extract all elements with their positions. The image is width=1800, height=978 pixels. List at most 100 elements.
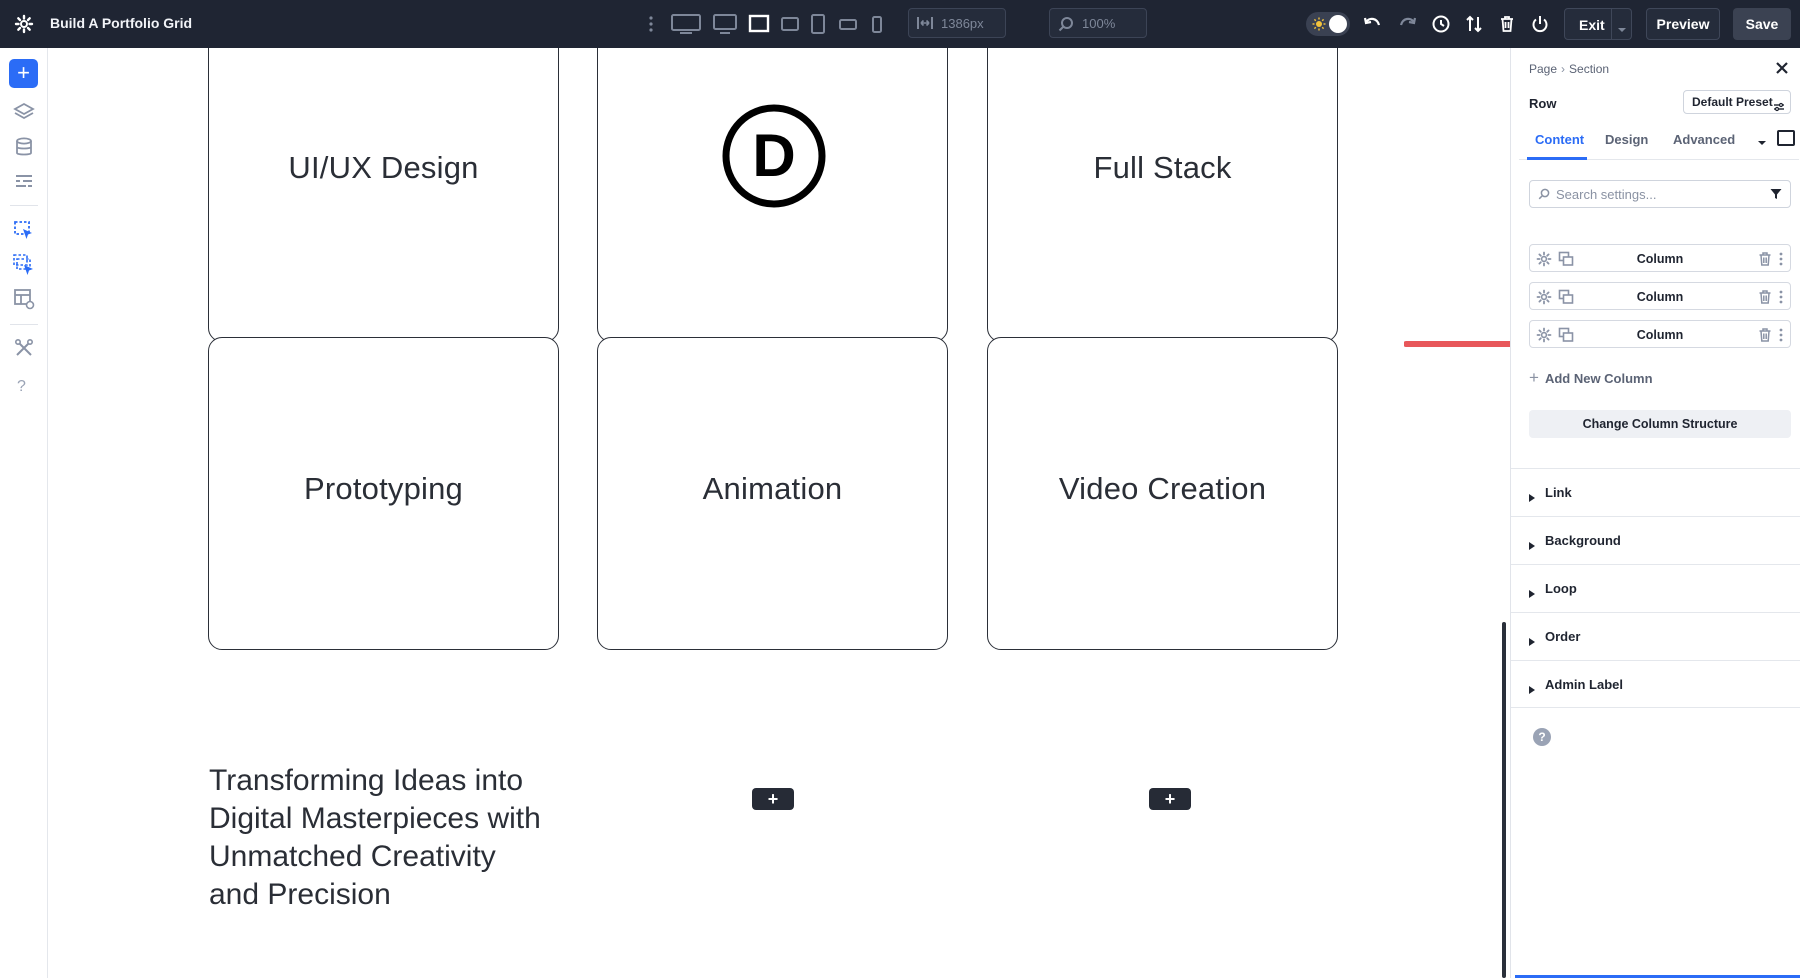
canvas-scrollbar[interactable] bbox=[1502, 622, 1506, 978]
caret-right-icon bbox=[1529, 537, 1535, 555]
rail-divider bbox=[10, 205, 38, 206]
portfolio-card[interactable]: D bbox=[597, 48, 948, 342]
zoom-field[interactable]: 100% bbox=[1049, 8, 1147, 38]
caret-right-icon bbox=[1529, 585, 1535, 603]
search-icon bbox=[1538, 188, 1550, 203]
preset-label: Default Preset bbox=[1692, 95, 1773, 109]
power-icon[interactable] bbox=[1529, 13, 1551, 35]
more-vertical-icon[interactable] bbox=[645, 13, 657, 35]
database-icon[interactable] bbox=[12, 135, 36, 159]
accordion-background[interactable]: Background bbox=[1511, 516, 1800, 564]
caret-right-icon bbox=[1529, 633, 1535, 651]
tab-advanced[interactable]: Advanced bbox=[1673, 130, 1735, 160]
delete-trash-icon[interactable] bbox=[1758, 289, 1772, 310]
exit-button[interactable]: Exit bbox=[1564, 8, 1632, 40]
clear-layout-trash-icon[interactable] bbox=[1496, 13, 1518, 35]
caret-down-icon[interactable] bbox=[1757, 134, 1767, 152]
add-module-button[interactable]: + bbox=[1149, 788, 1191, 810]
portfolio-card[interactable]: Video Creation bbox=[987, 337, 1338, 650]
breadcrumb-separator: › bbox=[1561, 62, 1565, 76]
column-item[interactable]: Column bbox=[1529, 244, 1791, 272]
column-label: Column bbox=[1530, 290, 1790, 304]
theme-toggle[interactable] bbox=[1306, 12, 1350, 36]
card-title: Animation bbox=[598, 471, 947, 507]
settings-search-input[interactable]: Search settings... bbox=[1529, 180, 1791, 208]
logo-letter: D bbox=[752, 122, 795, 189]
builder-canvas: UI/UX Design D Full Stack Prototyping An… bbox=[48, 48, 1510, 978]
save-button[interactable]: Save bbox=[1733, 8, 1791, 40]
laptop-view-icon[interactable] bbox=[748, 12, 770, 36]
desktop-wide-view-icon[interactable] bbox=[670, 12, 702, 36]
desktop-view-icon[interactable] bbox=[712, 12, 738, 36]
accordion-order[interactable]: Order bbox=[1511, 612, 1800, 660]
redo-icon[interactable] bbox=[1396, 13, 1418, 35]
accordion-loop[interactable]: Loop bbox=[1511, 564, 1800, 612]
portability-arrows-icon[interactable] bbox=[1463, 13, 1485, 35]
element-title: Row bbox=[1529, 96, 1556, 111]
undo-icon[interactable] bbox=[1362, 13, 1384, 35]
template-settings-icon[interactable] bbox=[12, 287, 36, 311]
filter-icon[interactable] bbox=[1770, 188, 1782, 203]
tab-content[interactable]: Content bbox=[1527, 130, 1587, 160]
page-title: Build A Portfolio Grid bbox=[50, 15, 192, 31]
panel-mode-icon[interactable] bbox=[1777, 130, 1795, 146]
accordion-label: Order bbox=[1545, 629, 1580, 644]
more-vertical-icon[interactable] bbox=[1778, 251, 1784, 272]
change-column-structure-button[interactable]: Change Column Structure bbox=[1529, 410, 1791, 438]
width-arrows-icon bbox=[917, 16, 933, 33]
portfolio-card[interactable]: Full Stack bbox=[987, 48, 1338, 342]
more-vertical-icon[interactable] bbox=[1778, 327, 1784, 348]
preset-dropdown[interactable]: Default Preset bbox=[1683, 90, 1791, 114]
zoom-search-icon bbox=[1058, 16, 1074, 35]
card-title: Video Creation bbox=[988, 471, 1337, 507]
accordion-label: Loop bbox=[1545, 581, 1577, 596]
preset-settings-icon bbox=[1774, 97, 1784, 119]
more-vertical-icon[interactable] bbox=[1778, 289, 1784, 310]
accordion-admin-label[interactable]: Admin Label bbox=[1511, 660, 1800, 708]
portfolio-card[interactable]: Prototyping bbox=[208, 337, 559, 650]
breadcrumb-page[interactable]: Page bbox=[1529, 62, 1557, 76]
sun-icon bbox=[1312, 17, 1326, 36]
red-arrow-annotation bbox=[1404, 326, 1510, 362]
select-element-icon[interactable] bbox=[12, 219, 36, 243]
rail-divider bbox=[10, 324, 38, 325]
exit-button-label: Exit bbox=[1579, 17, 1605, 33]
multi-select-icon[interactable] bbox=[12, 253, 36, 277]
settings-panel: Page › Section Row Default Preset Content … bbox=[1510, 48, 1800, 978]
tablet-portrait-view-icon[interactable] bbox=[810, 12, 826, 36]
breadcrumb: Page › Section bbox=[1529, 62, 1609, 76]
close-icon[interactable] bbox=[1774, 60, 1790, 76]
zoom-value: 100% bbox=[1082, 16, 1115, 31]
add-module-button[interactable]: + bbox=[752, 788, 794, 810]
breadcrumb-section[interactable]: Section bbox=[1569, 62, 1609, 76]
delete-trash-icon[interactable] bbox=[1758, 327, 1772, 348]
column-item[interactable]: Column bbox=[1529, 320, 1791, 348]
chevron-down-icon[interactable] bbox=[1617, 21, 1627, 37]
history-clock-icon[interactable] bbox=[1430, 13, 1452, 35]
phone-landscape-view-icon[interactable] bbox=[838, 12, 858, 36]
add-element-button[interactable]: + bbox=[9, 59, 38, 88]
portfolio-card[interactable]: UI/UX Design bbox=[208, 48, 559, 342]
tab-design[interactable]: Design bbox=[1605, 130, 1648, 160]
column-item[interactable]: Column bbox=[1529, 282, 1791, 310]
tablet-landscape-view-icon[interactable] bbox=[780, 12, 800, 36]
settings-tabs: Content Design Advanced bbox=[1519, 130, 1799, 160]
preview-button[interactable]: Preview bbox=[1646, 8, 1720, 40]
layers-icon[interactable] bbox=[12, 100, 36, 124]
page-layout-icon[interactable] bbox=[12, 170, 36, 194]
help-icon[interactable]: ? bbox=[1533, 728, 1551, 746]
exit-divider bbox=[1611, 9, 1612, 39]
phone-portrait-view-icon[interactable] bbox=[870, 12, 884, 36]
delete-trash-icon[interactable] bbox=[1758, 251, 1772, 272]
help-question-icon[interactable]: ? bbox=[17, 378, 26, 396]
add-new-column-button[interactable]: +Add New Column bbox=[1529, 368, 1653, 388]
portfolio-card[interactable]: Animation bbox=[597, 337, 948, 650]
hero-text[interactable]: Transforming Ideas into Digital Masterpi… bbox=[209, 762, 549, 914]
top-toolbar: Build A Portfolio Grid 1386px 100% bbox=[0, 0, 1800, 48]
settings-gear-icon[interactable] bbox=[14, 14, 34, 34]
tools-icon[interactable] bbox=[12, 336, 36, 360]
column-label: Column bbox=[1530, 252, 1790, 266]
canvas-width-field[interactable]: 1386px bbox=[908, 8, 1006, 38]
card-title: Full Stack bbox=[988, 150, 1337, 186]
accordion-link[interactable]: Link bbox=[1511, 468, 1800, 516]
